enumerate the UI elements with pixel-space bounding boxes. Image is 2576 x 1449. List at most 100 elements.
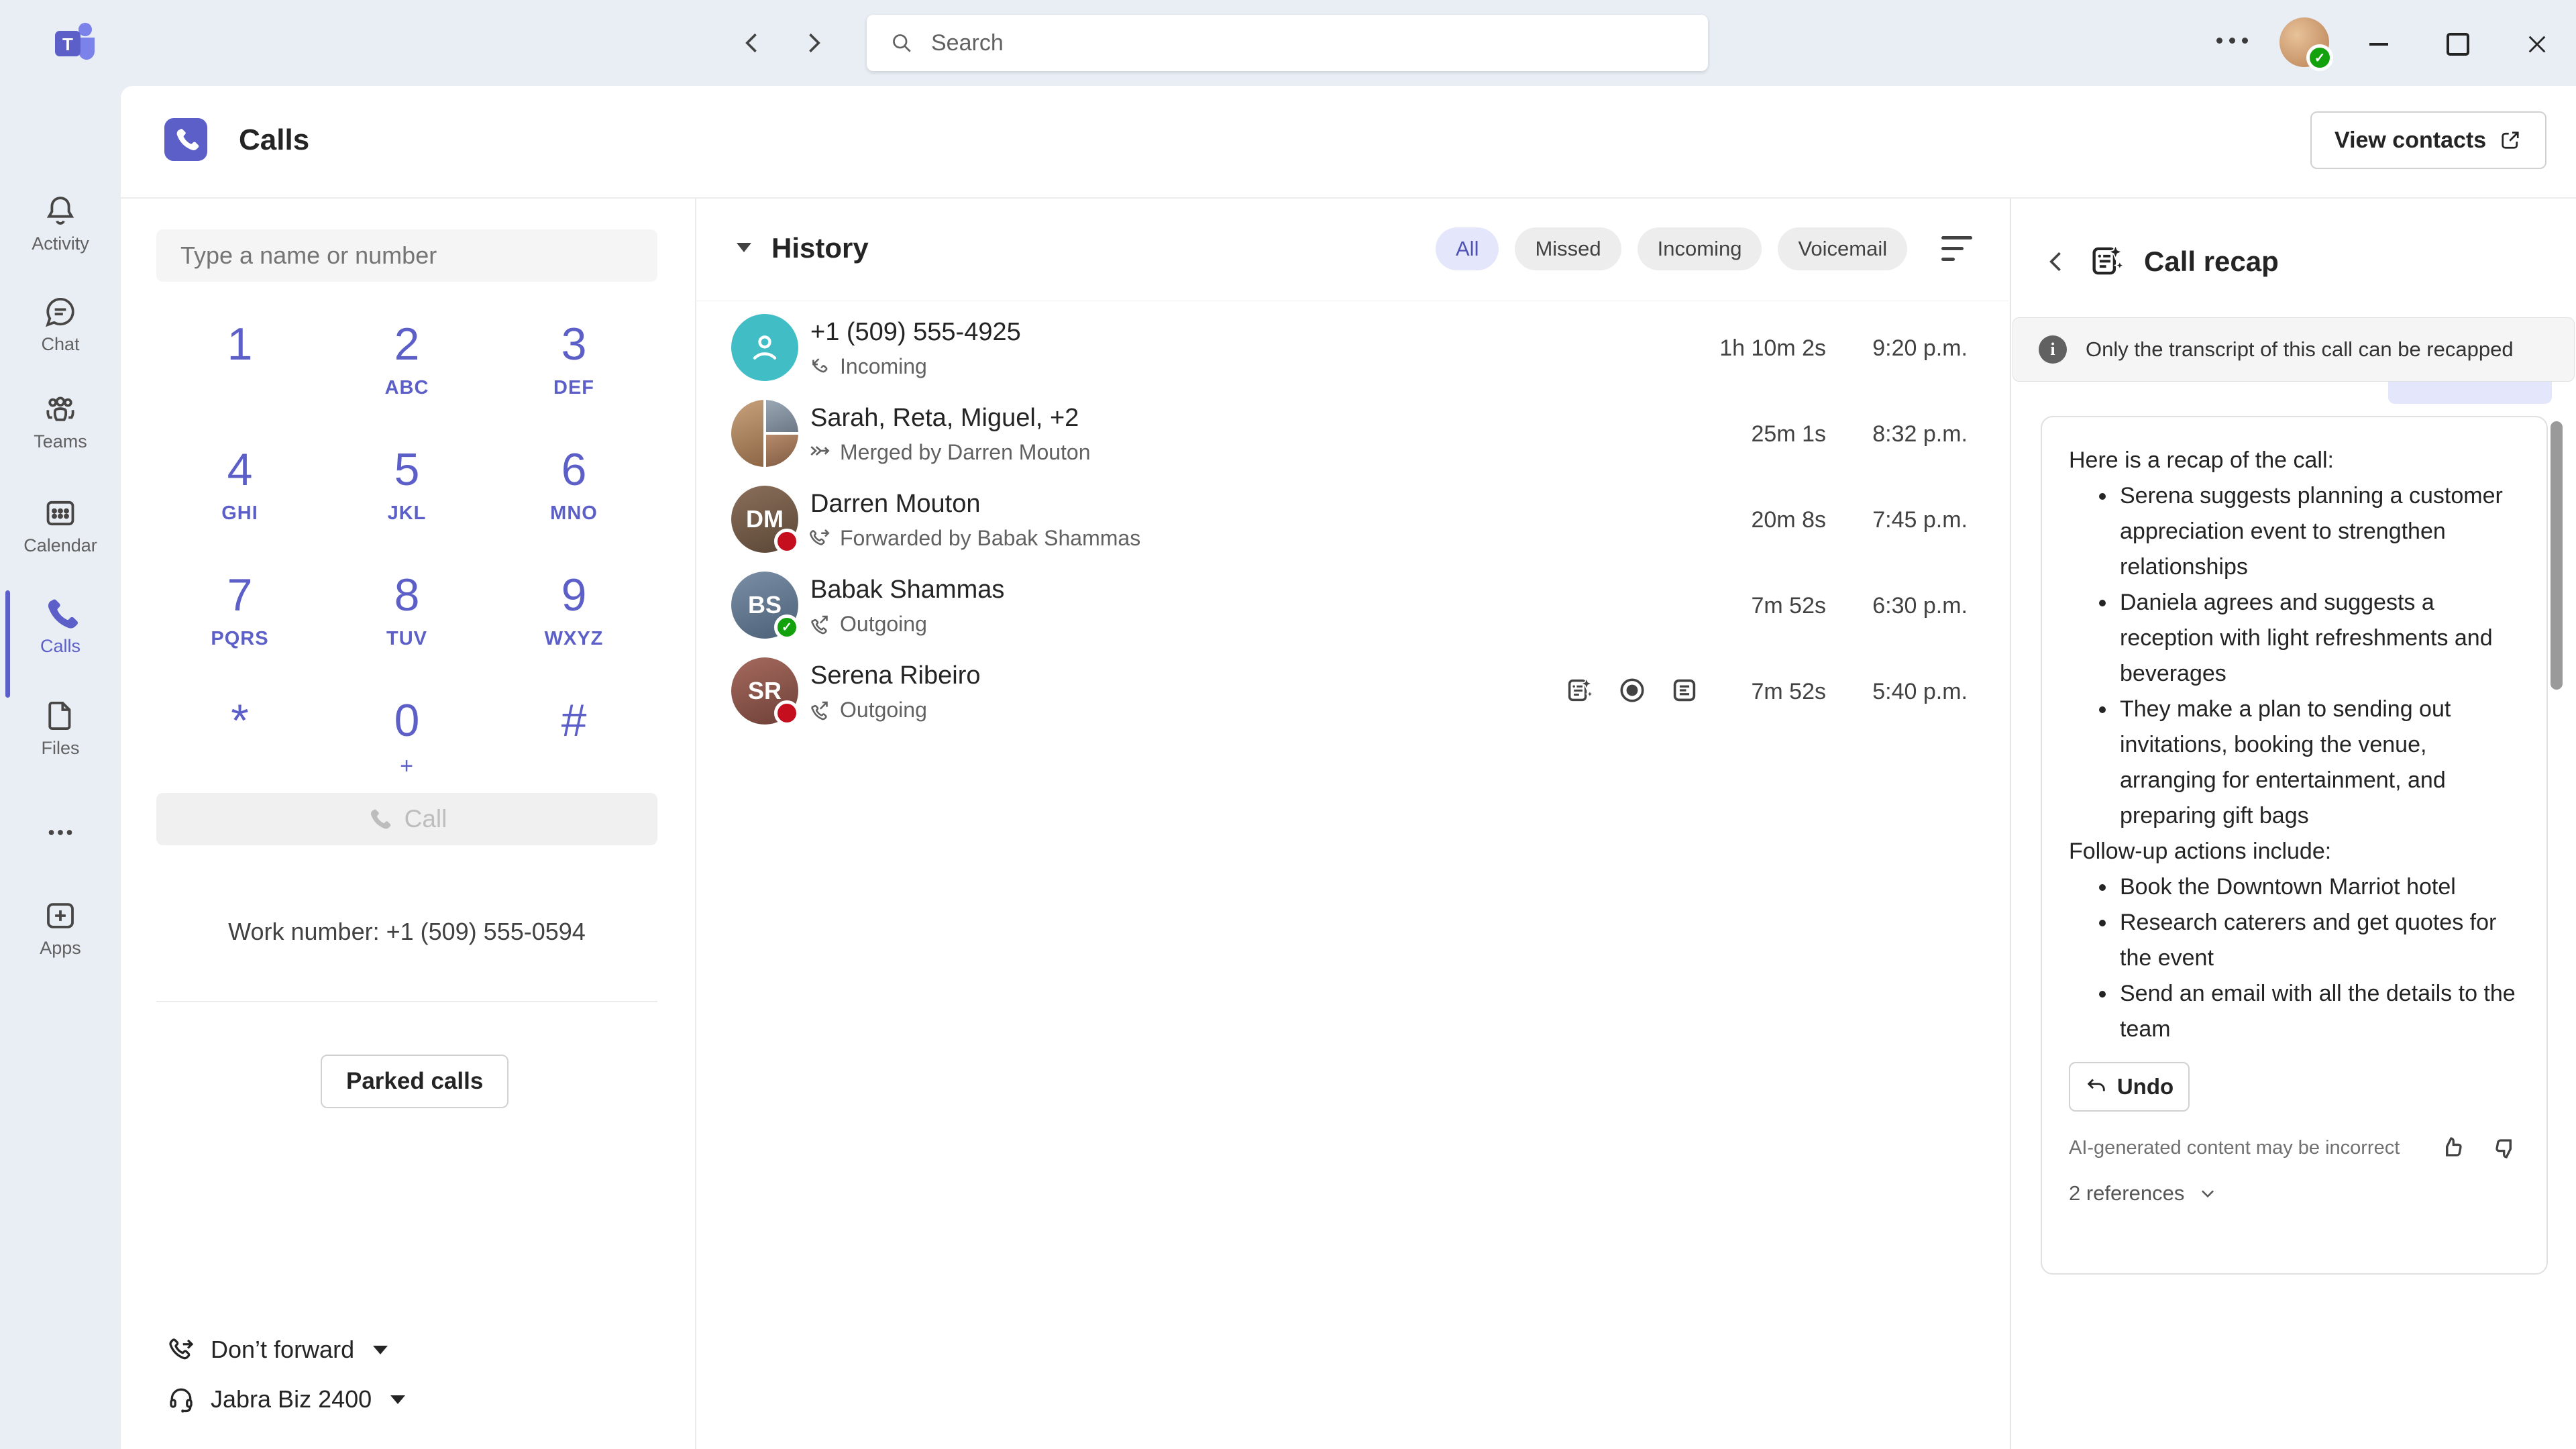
sidebar-item-label: Apps: [40, 938, 81, 958]
call-time: 8:32 p.m.: [1872, 421, 1968, 447]
call-row-selected[interactable]: SR Serena Ribeiro Outgoing 7m 52s 5:40 p…: [695, 648, 2008, 734]
nav-back-icon[interactable]: [738, 28, 767, 58]
info-icon: i: [2039, 335, 2067, 364]
search-input[interactable]: [930, 29, 1603, 57]
recap-bullet: Book the Downtown Marriot hotel: [2117, 869, 2520, 905]
dial-key-8[interactable]: 8 TUV: [323, 561, 490, 686]
sidebar-item-teams[interactable]: Teams: [0, 391, 121, 452]
filter-voicemail[interactable]: Voicemail: [1778, 227, 1908, 270]
sidebar-item-apps[interactable]: Apps: [0, 898, 121, 959]
references-toggle[interactable]: 2 references: [2069, 1181, 2520, 1205]
chat-icon: [0, 294, 121, 330]
avatar: SR: [731, 657, 800, 726]
caller-name: Darren Mouton: [810, 490, 981, 518]
call-detail: Incoming: [808, 354, 927, 379]
call-button[interactable]: Call: [156, 793, 657, 845]
external-link-icon: [2498, 128, 2522, 152]
call-row[interactable]: DM Darren Mouton Forwarded by Babak Sham…: [695, 476, 2008, 562]
view-contacts-label: View contacts: [2334, 127, 2487, 153]
sidebar-item-chat[interactable]: Chat: [0, 294, 121, 355]
forwarding-label: Don’t forward: [211, 1336, 355, 1363]
minimize-button[interactable]: [2364, 30, 2394, 59]
file-icon: [0, 698, 121, 734]
dial-input[interactable]: [179, 241, 635, 270]
sidebar-item-activity[interactable]: Activity: [0, 193, 121, 254]
calls-app-icon: [164, 118, 207, 161]
maximize-button[interactable]: [2443, 30, 2473, 59]
recap-bullet: Daniela agrees and suggests a reception …: [2117, 585, 2520, 692]
presence-busy-badge: [774, 700, 800, 726]
call-duration: 7m 52s: [1751, 593, 1827, 619]
call-row[interactable]: Sarah, Reta, Miguel, +2 Merged by Darren…: [695, 390, 2008, 476]
sidebar-item-label: Teams: [34, 431, 87, 451]
parked-calls-button[interactable]: Parked calls: [321, 1055, 509, 1108]
presence-available-badge: ✓: [2306, 44, 2333, 71]
bell-icon: [0, 193, 121, 229]
recap-bullet: Research caterers and get quotes for the…: [2117, 905, 2520, 976]
view-contacts-button[interactable]: View contacts: [2310, 111, 2547, 169]
sidebar-item-calls[interactable]: Calls: [0, 596, 121, 657]
presence-busy-badge: [774, 529, 800, 554]
sidebar-item-files[interactable]: Files: [0, 698, 121, 759]
call-time: 6:30 p.m.: [1872, 593, 1968, 619]
caller-name: Sarah, Reta, Miguel, +2: [810, 404, 1079, 432]
recap-info-banner: i Only the transcript of this call can b…: [2012, 317, 2575, 382]
call-recap-icon: [2088, 241, 2127, 280]
dial-key-9[interactable]: 9 WXYZ: [490, 561, 657, 686]
thumbs-down-icon[interactable]: [2490, 1133, 2520, 1163]
user-avatar[interactable]: ✓: [2279, 17, 2333, 71]
nav-forward-icon[interactable]: [798, 28, 828, 58]
call-row[interactable]: +1 (509) 555-4925 Incoming 1h 10m 2s 9:2…: [695, 305, 2008, 390]
call-time: 7:45 p.m.: [1872, 507, 1968, 533]
recap-panel-title: Call recap: [2144, 246, 2279, 277]
incoming-call-icon: [808, 355, 832, 379]
dial-key-4[interactable]: 4 GHI: [156, 435, 323, 561]
calendar-icon: [0, 495, 121, 531]
recap-scrollbar[interactable]: [2551, 421, 2563, 690]
close-button[interactable]: [2522, 30, 2552, 59]
undo-label: Undo: [2116, 1074, 2174, 1099]
sidebar-item-more[interactable]: [0, 814, 121, 851]
forwarding-setting[interactable]: Don’t forward: [166, 1335, 388, 1364]
sidebar-item-label: Calls: [40, 636, 80, 656]
dial-key-6[interactable]: 6 MNO: [490, 435, 657, 561]
chevron-down-icon: [390, 1395, 406, 1404]
more-options-icon[interactable]: [2216, 38, 2248, 44]
group-avatar: [731, 400, 798, 467]
filter-icon[interactable]: [1941, 236, 1972, 268]
caller-name: Serena Ribeiro: [810, 661, 981, 690]
filter-missed[interactable]: Missed: [1515, 227, 1621, 270]
ellipsis-icon: [0, 814, 121, 851]
undo-icon: [2085, 1075, 2108, 1098]
dial-key-5[interactable]: 5 JKL: [323, 435, 490, 561]
work-number: Work number: +1 (509) 555-0594: [228, 918, 586, 945]
call-row[interactable]: BS ✓ Babak Shammas Outgoing 7m 52s 6:30 …: [695, 562, 2008, 648]
back-icon[interactable]: [2042, 247, 2072, 276]
search-bar[interactable]: [867, 15, 1708, 71]
call-duration: 1h 10m 2s: [1719, 335, 1826, 361]
thumbs-up-icon[interactable]: [2438, 1133, 2467, 1163]
call-button-label: Call: [404, 805, 447, 833]
outgoing-call-icon: [808, 698, 832, 722]
call-recap-icon[interactable]: [1564, 675, 1595, 706]
dial-key-3[interactable]: 3 DEF: [490, 310, 657, 435]
ai-disclaimer: AI-generated content may be incorrect: [2069, 1136, 2400, 1159]
parked-calls-label: Parked calls: [346, 1068, 484, 1094]
feedback-controls: [2438, 1133, 2520, 1163]
filter-all[interactable]: All: [1436, 227, 1499, 270]
dial-key-7[interactable]: 7 PQRS: [156, 561, 323, 686]
collapse-history-icon[interactable]: [737, 243, 751, 252]
call-time: 5:40 p.m.: [1872, 679, 1968, 704]
recap-intro: Here is a recap of the call:: [2069, 447, 2334, 473]
audio-device-setting[interactable]: Jabra Biz 2400: [166, 1385, 406, 1414]
outgoing-call-icon: [808, 612, 832, 637]
call-duration: 7m 52s: [1751, 679, 1827, 704]
undo-button[interactable]: Undo: [2069, 1062, 2190, 1112]
filter-incoming[interactable]: Incoming: [1637, 227, 1762, 270]
dial-key-1[interactable]: 1: [156, 310, 323, 435]
history-filters: All Missed Incoming Voicemail: [1436, 227, 1908, 270]
history-title: History: [771, 232, 869, 264]
merged-call-icon: [808, 441, 832, 465]
sidebar-item-calendar[interactable]: Calendar: [0, 495, 121, 556]
dial-key-2[interactable]: 2 ABC: [323, 310, 490, 435]
